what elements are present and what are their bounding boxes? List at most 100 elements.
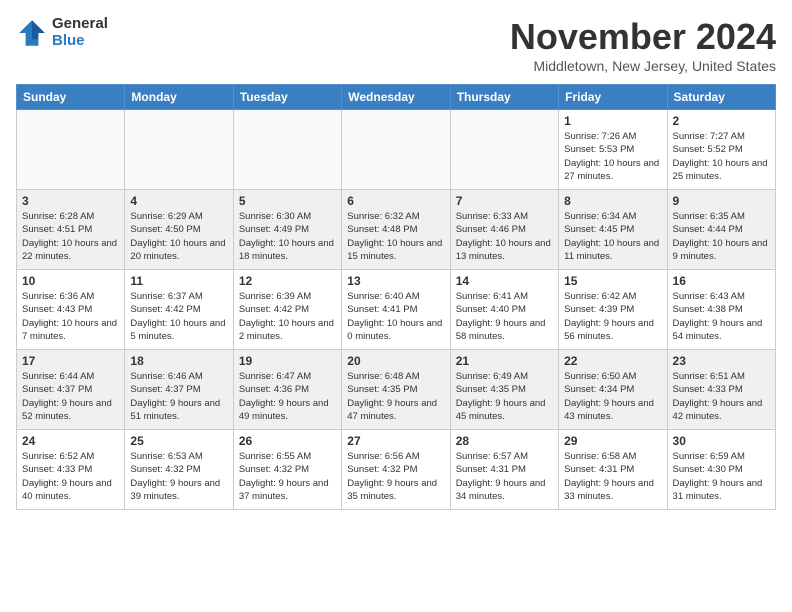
day-number: 10 <box>22 274 119 288</box>
calendar-cell: 20 Sunrise: 6:48 AM Sunset: 4:35 PM Dayli… <box>342 350 450 430</box>
day-number: 8 <box>564 194 661 208</box>
day-info: Sunrise: 6:34 AM Sunset: 4:45 PM Dayligh… <box>564 210 661 263</box>
calendar-cell: 11 Sunrise: 6:37 AM Sunset: 4:42 PM Dayli… <box>125 270 233 350</box>
day-info: Sunrise: 6:35 AM Sunset: 4:44 PM Dayligh… <box>673 210 770 263</box>
logo-icon <box>16 17 48 49</box>
day-info: Sunrise: 6:29 AM Sunset: 4:50 PM Dayligh… <box>130 210 227 263</box>
calendar-week-row: 17 Sunrise: 6:44 AM Sunset: 4:37 PM Dayli… <box>17 350 776 430</box>
location-subtitle: Middletown, New Jersey, United States <box>510 58 776 74</box>
calendar-week-row: 1Sunrise: 7:26 AM Sunset: 5:53 PM Daylig… <box>17 110 776 190</box>
calendar-cell: 14Sunrise: 6:41 AM Sunset: 4:40 PM Dayli… <box>450 270 558 350</box>
calendar-cell: 25 Sunrise: 6:53 AM Sunset: 4:32 PM Dayli… <box>125 430 233 510</box>
day-number: 29 <box>564 434 661 448</box>
calendar-cell: 15 Sunrise: 6:42 AM Sunset: 4:39 PM Dayli… <box>559 270 667 350</box>
day-info: Sunrise: 6:40 AM Sunset: 4:41 PM Dayligh… <box>347 290 444 343</box>
day-info: Sunrise: 6:39 AM Sunset: 4:42 PM Dayligh… <box>239 290 336 343</box>
calendar-cell: 7 Sunrise: 6:33 AM Sunset: 4:46 PM Daylig… <box>450 190 558 270</box>
day-info: Sunrise: 6:50 AM Sunset: 4:34 PM Dayligh… <box>564 370 661 423</box>
calendar-week-row: 10Sunrise: 6:36 AM Sunset: 4:43 PM Dayli… <box>17 270 776 350</box>
calendar-cell <box>450 110 558 190</box>
day-number: 7 <box>456 194 553 208</box>
calendar-cell <box>342 110 450 190</box>
calendar-cell <box>17 110 125 190</box>
day-number: 23 <box>673 354 770 368</box>
page-header: General Blue November 2024 Middletown, N… <box>16 16 776 74</box>
day-info: Sunrise: 6:32 AM Sunset: 4:48 PM Dayligh… <box>347 210 444 263</box>
day-info: Sunrise: 6:33 AM Sunset: 4:46 PM Dayligh… <box>456 210 553 263</box>
calendar-day-header: Sunday <box>17 85 125 110</box>
day-info: Sunrise: 6:53 AM Sunset: 4:32 PM Dayligh… <box>130 450 227 503</box>
calendar-cell: 5Sunrise: 6:30 AM Sunset: 4:49 PM Daylig… <box>233 190 341 270</box>
logo: General Blue <box>16 16 108 49</box>
calendar-cell: 26Sunrise: 6:55 AM Sunset: 4:32 PM Dayli… <box>233 430 341 510</box>
day-info: Sunrise: 6:44 AM Sunset: 4:37 PM Dayligh… <box>22 370 119 423</box>
day-info: Sunrise: 6:57 AM Sunset: 4:31 PM Dayligh… <box>456 450 553 503</box>
day-number: 28 <box>456 434 553 448</box>
day-info: Sunrise: 6:59 AM Sunset: 4:30 PM Dayligh… <box>673 450 770 503</box>
calendar-cell: 9 Sunrise: 6:35 AM Sunset: 4:44 PM Daylig… <box>667 190 775 270</box>
logo-text: General Blue <box>52 16 108 49</box>
calendar-cell: 1Sunrise: 7:26 AM Sunset: 5:53 PM Daylig… <box>559 110 667 190</box>
calendar-cell: 12 Sunrise: 6:39 AM Sunset: 4:42 PM Dayli… <box>233 270 341 350</box>
calendar-cell: 23 Sunrise: 6:51 AM Sunset: 4:33 PM Dayli… <box>667 350 775 430</box>
day-number: 9 <box>673 194 770 208</box>
day-info: Sunrise: 6:56 AM Sunset: 4:32 PM Dayligh… <box>347 450 444 503</box>
calendar-week-row: 3 Sunrise: 6:28 AM Sunset: 4:51 PM Daylig… <box>17 190 776 270</box>
calendar-cell: 21 Sunrise: 6:49 AM Sunset: 4:35 PM Dayli… <box>450 350 558 430</box>
day-number: 26 <box>239 434 336 448</box>
calendar-cell: 17 Sunrise: 6:44 AM Sunset: 4:37 PM Dayli… <box>17 350 125 430</box>
calendar-day-header: Saturday <box>667 85 775 110</box>
day-number: 11 <box>130 274 227 288</box>
day-number: 20 <box>347 354 444 368</box>
logo-general-text: General <box>52 16 108 33</box>
calendar-cell: 8 Sunrise: 6:34 AM Sunset: 4:45 PM Daylig… <box>559 190 667 270</box>
day-number: 15 <box>564 274 661 288</box>
day-info: Sunrise: 6:46 AM Sunset: 4:37 PM Dayligh… <box>130 370 227 423</box>
day-info: Sunrise: 6:42 AM Sunset: 4:39 PM Dayligh… <box>564 290 661 343</box>
day-info: Sunrise: 6:58 AM Sunset: 4:31 PM Dayligh… <box>564 450 661 503</box>
calendar-cell: 30Sunrise: 6:59 AM Sunset: 4:30 PM Dayli… <box>667 430 775 510</box>
day-number: 18 <box>130 354 227 368</box>
day-info: Sunrise: 7:26 AM Sunset: 5:53 PM Dayligh… <box>564 130 661 183</box>
calendar-cell: 10Sunrise: 6:36 AM Sunset: 4:43 PM Dayli… <box>17 270 125 350</box>
calendar-cell: 16 Sunrise: 6:43 AM Sunset: 4:38 PM Dayli… <box>667 270 775 350</box>
day-number: 14 <box>456 274 553 288</box>
day-info: Sunrise: 6:49 AM Sunset: 4:35 PM Dayligh… <box>456 370 553 423</box>
day-info: Sunrise: 6:37 AM Sunset: 4:42 PM Dayligh… <box>130 290 227 343</box>
calendar-cell: 3 Sunrise: 6:28 AM Sunset: 4:51 PM Daylig… <box>17 190 125 270</box>
calendar-cell: 22 Sunrise: 6:50 AM Sunset: 4:34 PM Dayli… <box>559 350 667 430</box>
day-info: Sunrise: 6:30 AM Sunset: 4:49 PM Dayligh… <box>239 210 336 263</box>
day-info: Sunrise: 6:28 AM Sunset: 4:51 PM Dayligh… <box>22 210 119 263</box>
calendar-day-header: Thursday <box>450 85 558 110</box>
logo-blue-text: Blue <box>52 33 108 50</box>
day-number: 25 <box>130 434 227 448</box>
calendar-day-header: Wednesday <box>342 85 450 110</box>
calendar-cell: 29 Sunrise: 6:58 AM Sunset: 4:31 PM Dayli… <box>559 430 667 510</box>
day-number: 24 <box>22 434 119 448</box>
day-info: Sunrise: 6:47 AM Sunset: 4:36 PM Dayligh… <box>239 370 336 423</box>
calendar-cell: 13 Sunrise: 6:40 AM Sunset: 4:41 PM Dayli… <box>342 270 450 350</box>
calendar-week-row: 24 Sunrise: 6:52 AM Sunset: 4:33 PM Dayli… <box>17 430 776 510</box>
day-number: 6 <box>347 194 444 208</box>
calendar-table: SundayMondayTuesdayWednesdayThursdayFrid… <box>16 84 776 510</box>
day-info: Sunrise: 6:48 AM Sunset: 4:35 PM Dayligh… <box>347 370 444 423</box>
calendar-header-row: SundayMondayTuesdayWednesdayThursdayFrid… <box>17 85 776 110</box>
day-info: Sunrise: 6:43 AM Sunset: 4:38 PM Dayligh… <box>673 290 770 343</box>
day-number: 19 <box>239 354 336 368</box>
calendar-cell: 28 Sunrise: 6:57 AM Sunset: 4:31 PM Dayli… <box>450 430 558 510</box>
day-info: Sunrise: 6:52 AM Sunset: 4:33 PM Dayligh… <box>22 450 119 503</box>
day-info: Sunrise: 6:51 AM Sunset: 4:33 PM Dayligh… <box>673 370 770 423</box>
day-number: 3 <box>22 194 119 208</box>
day-number: 2 <box>673 114 770 128</box>
day-number: 22 <box>564 354 661 368</box>
calendar-cell: 4Sunrise: 6:29 AM Sunset: 4:50 PM Daylig… <box>125 190 233 270</box>
day-number: 13 <box>347 274 444 288</box>
calendar-cell <box>125 110 233 190</box>
day-number: 16 <box>673 274 770 288</box>
day-number: 21 <box>456 354 553 368</box>
day-number: 17 <box>22 354 119 368</box>
day-number: 12 <box>239 274 336 288</box>
calendar-day-header: Tuesday <box>233 85 341 110</box>
calendar-cell: 19 Sunrise: 6:47 AM Sunset: 4:36 PM Dayli… <box>233 350 341 430</box>
calendar-day-header: Friday <box>559 85 667 110</box>
